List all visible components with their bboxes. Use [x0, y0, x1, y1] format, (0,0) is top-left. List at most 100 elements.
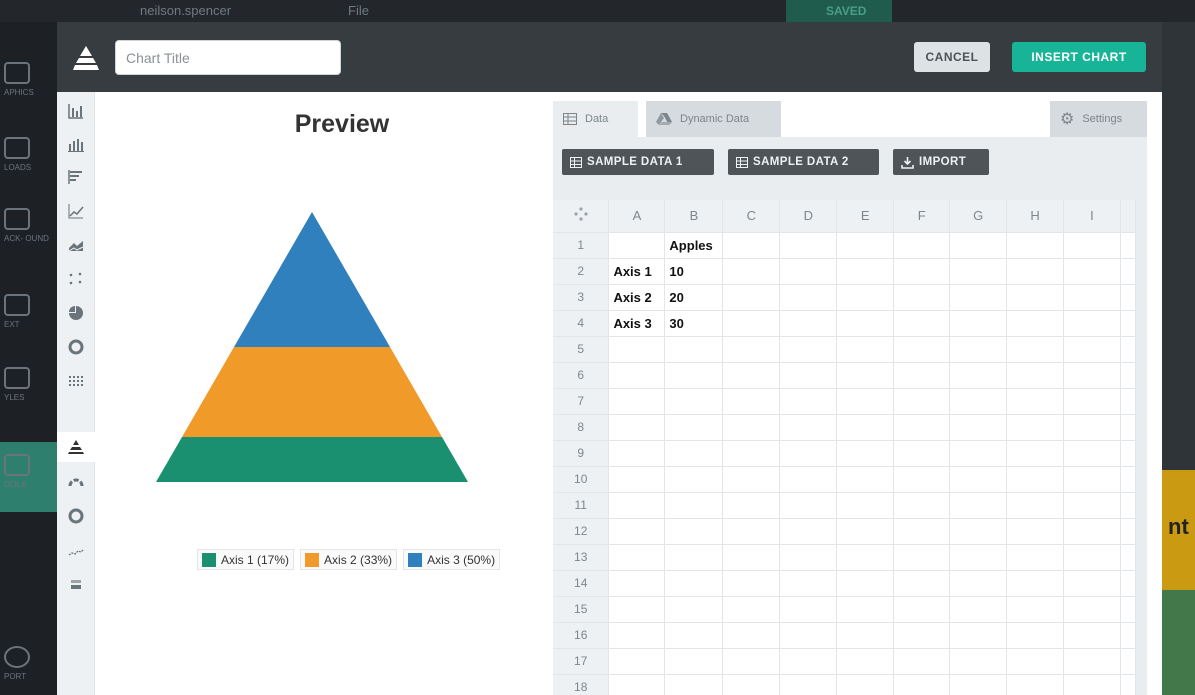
- table-cell[interactable]: [949, 518, 1008, 545]
- row-number[interactable]: 1: [553, 232, 610, 259]
- table-cell[interactable]: [779, 440, 838, 467]
- table-cell[interactable]: [664, 622, 724, 649]
- table-cell[interactable]: [949, 440, 1008, 467]
- table-cell[interactable]: [893, 440, 951, 467]
- table-cell[interactable]: [836, 258, 895, 285]
- table-cell[interactable]: [722, 466, 781, 493]
- table-cell[interactable]: [1006, 570, 1065, 597]
- table-cell[interactable]: [664, 570, 724, 597]
- table-cell[interactable]: [949, 336, 1008, 363]
- table-cell[interactable]: [608, 622, 666, 649]
- column-header[interactable]: H: [1006, 200, 1065, 233]
- tab-data[interactable]: Data: [553, 101, 638, 137]
- table-cell[interactable]: [779, 466, 838, 493]
- legend-item[interactable]: Axis 2 (33%): [300, 549, 398, 570]
- table-cell[interactable]: [664, 518, 724, 545]
- table-cell[interactable]: [836, 466, 895, 493]
- table-cell[interactable]: [608, 518, 666, 545]
- table-cell[interactable]: [779, 518, 838, 545]
- table-cell[interactable]: [893, 310, 951, 337]
- table-cell[interactable]: [1006, 648, 1065, 675]
- table-cell[interactable]: [1063, 310, 1121, 337]
- table-cell[interactable]: [1006, 284, 1065, 311]
- legend-item[interactable]: Axis 1 (17%): [197, 549, 295, 570]
- table-cell[interactable]: [779, 258, 838, 285]
- table-cell[interactable]: [949, 414, 1008, 441]
- row-number[interactable]: 2: [553, 258, 610, 285]
- table-cell[interactable]: [722, 518, 781, 545]
- row-number[interactable]: 8: [553, 414, 610, 441]
- legend-item[interactable]: Axis 3 (50%): [403, 549, 501, 570]
- table-cell[interactable]: [779, 284, 838, 311]
- table-cell[interactable]: [722, 648, 781, 675]
- chart-type-donut[interactable]: [57, 332, 95, 362]
- chart-type-area[interactable]: [57, 230, 95, 260]
- table-cell[interactable]: [893, 414, 951, 441]
- table-cell[interactable]: [949, 466, 1008, 493]
- column-header[interactable]: I: [1063, 200, 1121, 233]
- table-cell[interactable]: [779, 492, 838, 519]
- row-number[interactable]: 9: [553, 440, 610, 467]
- table-cell[interactable]: 30: [664, 310, 724, 337]
- table-cell[interactable]: [779, 310, 838, 337]
- table-cell[interactable]: [664, 674, 724, 695]
- table-cell[interactable]: [779, 388, 838, 415]
- table-cell[interactable]: [836, 440, 895, 467]
- table-cell[interactable]: [608, 544, 666, 571]
- table-cell[interactable]: [608, 466, 666, 493]
- chart-type-number[interactable]: [57, 570, 95, 600]
- table-cell[interactable]: [1006, 258, 1065, 285]
- table-cell[interactable]: [722, 596, 781, 623]
- row-number[interactable]: 16: [553, 622, 610, 649]
- table-cell[interactable]: 20: [664, 284, 724, 311]
- row-number[interactable]: 5: [553, 336, 610, 363]
- table-cell[interactable]: [893, 258, 951, 285]
- table-cell[interactable]: [1063, 466, 1121, 493]
- table-cell[interactable]: [1063, 414, 1121, 441]
- tab-dynamic-data[interactable]: Dynamic Data: [646, 101, 781, 137]
- table-cell[interactable]: [836, 648, 895, 675]
- table-cell[interactable]: [664, 544, 724, 571]
- table-cell[interactable]: [836, 362, 895, 389]
- table-cell[interactable]: [664, 388, 724, 415]
- table-cell[interactable]: [836, 284, 895, 311]
- table-cell[interactable]: [836, 232, 895, 259]
- table-cell[interactable]: [1063, 258, 1121, 285]
- table-cell[interactable]: [1006, 232, 1065, 259]
- table-cell[interactable]: [836, 518, 895, 545]
- column-header[interactable]: A: [608, 200, 666, 233]
- table-cell[interactable]: [608, 388, 666, 415]
- row-number[interactable]: 12: [553, 518, 610, 545]
- table-cell[interactable]: [1006, 674, 1065, 695]
- chart-type-column[interactable]: [57, 96, 95, 126]
- table-cell[interactable]: [779, 596, 838, 623]
- table-cell[interactable]: [722, 492, 781, 519]
- row-number[interactable]: 15: [553, 596, 610, 623]
- table-cell[interactable]: [1006, 362, 1065, 389]
- table-cell[interactable]: [608, 362, 666, 389]
- table-cell[interactable]: [949, 622, 1008, 649]
- table-cell[interactable]: [893, 284, 951, 311]
- table-cell[interactable]: [1006, 336, 1065, 363]
- table-cell[interactable]: [1063, 648, 1121, 675]
- table-cell[interactable]: [722, 336, 781, 363]
- table-cell[interactable]: [893, 232, 951, 259]
- table-cell[interactable]: [949, 674, 1008, 695]
- chart-type-ring[interactable]: [57, 501, 95, 531]
- table-cell[interactable]: [1063, 518, 1121, 545]
- table-cell[interactable]: [1006, 466, 1065, 493]
- table-cell[interactable]: [893, 362, 951, 389]
- table-cell[interactable]: [836, 388, 895, 415]
- chart-type-pyramid[interactable]: [57, 432, 95, 462]
- table-cell[interactable]: [608, 648, 666, 675]
- chart-type-sparkline[interactable]: [57, 536, 95, 566]
- table-cell[interactable]: [1063, 336, 1121, 363]
- table-cell[interactable]: [722, 570, 781, 597]
- table-cell[interactable]: [893, 622, 951, 649]
- chart-type-line[interactable]: [57, 196, 95, 226]
- chart-type-stacked-column[interactable]: [57, 129, 95, 159]
- column-header[interactable]: C: [722, 200, 781, 233]
- table-cell[interactable]: [779, 232, 838, 259]
- row-number[interactable]: 17: [553, 648, 610, 675]
- row-number[interactable]: 10: [553, 466, 610, 493]
